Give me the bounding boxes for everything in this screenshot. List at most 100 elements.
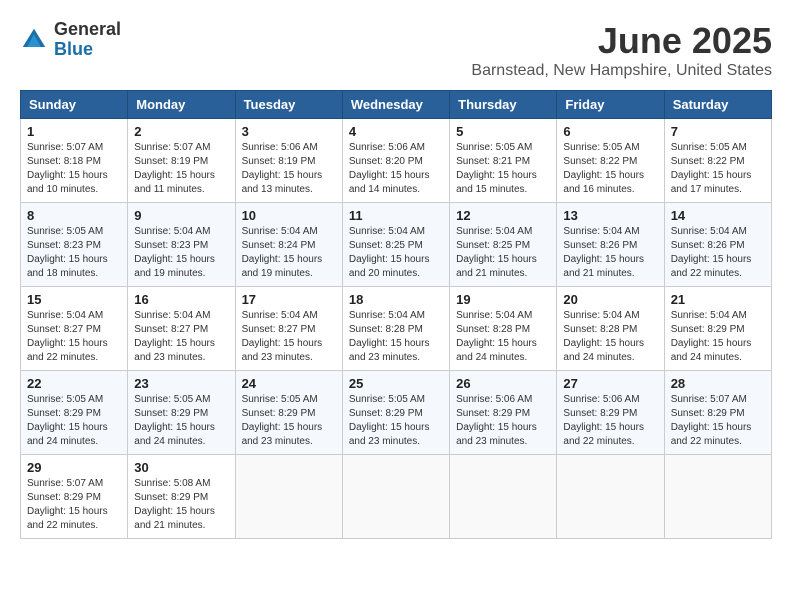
day-info: Sunrise: 5:06 AMSunset: 8:29 PMDaylight:… (456, 393, 550, 449)
day-info: Sunrise: 5:06 AMSunset: 8:20 PMDaylight:… (349, 141, 443, 197)
calendar-cell: 8 Sunrise: 5:05 AMSunset: 8:23 PMDaylight… (21, 203, 128, 287)
day-number: 8 (27, 208, 121, 223)
day-info: Sunrise: 5:07 AMSunset: 8:29 PMDaylight:… (671, 393, 765, 449)
header-thursday: Thursday (450, 91, 557, 119)
day-number: 24 (242, 376, 336, 391)
day-number: 18 (349, 292, 443, 307)
day-info: Sunrise: 5:04 AMSunset: 8:24 PMDaylight:… (242, 225, 336, 281)
header-saturday: Saturday (664, 91, 771, 119)
day-number: 30 (134, 460, 228, 475)
calendar-cell: 13 Sunrise: 5:04 AMSunset: 8:26 PMDayligh… (557, 203, 664, 287)
day-number: 25 (349, 376, 443, 391)
day-info: Sunrise: 5:04 AMSunset: 8:27 PMDaylight:… (242, 309, 336, 365)
day-info: Sunrise: 5:05 AMSunset: 8:29 PMDaylight:… (134, 393, 228, 449)
calendar-cell: 21 Sunrise: 5:04 AMSunset: 8:29 PMDayligh… (664, 287, 771, 371)
day-info: Sunrise: 5:04 AMSunset: 8:29 PMDaylight:… (671, 309, 765, 365)
day-info: Sunrise: 5:05 AMSunset: 8:21 PMDaylight:… (456, 141, 550, 197)
calendar-week-row: 15 Sunrise: 5:04 AMSunset: 8:27 PMDayligh… (21, 287, 772, 371)
calendar-week-row: 22Sunrise: 5:05 AMSunset: 8:29 PMDayligh… (21, 371, 772, 455)
day-number: 5 (456, 124, 550, 139)
calendar-cell: 9 Sunrise: 5:04 AMSunset: 8:23 PMDaylight… (128, 203, 235, 287)
day-number: 4 (349, 124, 443, 139)
calendar-cell: 28 Sunrise: 5:07 AMSunset: 8:29 PMDayligh… (664, 371, 771, 455)
header-tuesday: Tuesday (235, 91, 342, 119)
day-info: Sunrise: 5:05 AMSunset: 8:23 PMDaylight:… (27, 225, 121, 281)
day-info: Sunrise: 5:07 AMSunset: 8:19 PMDaylight:… (134, 141, 228, 197)
calendar-cell: 2 Sunrise: 5:07 AMSunset: 8:19 PMDaylight… (128, 119, 235, 203)
day-number: 1 (27, 124, 121, 139)
day-number: 6 (563, 124, 657, 139)
day-number: 2 (134, 124, 228, 139)
day-info: Sunrise: 5:05 AMSunset: 8:29 PMDaylight:… (349, 393, 443, 449)
calendar-cell: 7 Sunrise: 5:05 AMSunset: 8:22 PMDaylight… (664, 119, 771, 203)
calendar-cell: 12 Sunrise: 5:04 AMSunset: 8:25 PMDayligh… (450, 203, 557, 287)
calendar-cell: 23Sunrise: 5:05 AMSunset: 8:29 PMDayligh… (128, 371, 235, 455)
calendar-cell: 17 Sunrise: 5:04 AMSunset: 8:27 PMDayligh… (235, 287, 342, 371)
calendar-table: SundayMondayTuesdayWednesdayThursdayFrid… (20, 90, 772, 539)
day-number: 12 (456, 208, 550, 223)
day-info: Sunrise: 5:04 AMSunset: 8:26 PMDaylight:… (671, 225, 765, 281)
calendar-cell: 16Sunrise: 5:04 AMSunset: 8:27 PMDayligh… (128, 287, 235, 371)
day-info: Sunrise: 5:04 AMSunset: 8:28 PMDaylight:… (563, 309, 657, 365)
header-wednesday: Wednesday (342, 91, 449, 119)
day-number: 14 (671, 208, 765, 223)
calendar-cell: 6 Sunrise: 5:05 AMSunset: 8:22 PMDaylight… (557, 119, 664, 203)
logo: General Blue (20, 20, 121, 60)
day-info: Sunrise: 5:04 AMSunset: 8:28 PMDaylight:… (349, 309, 443, 365)
calendar-cell (342, 455, 449, 539)
day-number: 21 (671, 292, 765, 307)
calendar-cell: 29 Sunrise: 5:07 AMSunset: 8:29 PMDayligh… (21, 455, 128, 539)
calendar-cell (450, 455, 557, 539)
calendar-cell: 19 Sunrise: 5:04 AMSunset: 8:28 PMDayligh… (450, 287, 557, 371)
day-info: Sunrise: 5:07 AMSunset: 8:29 PMDaylight:… (27, 477, 121, 533)
day-info: Sunrise: 5:05 AMSunset: 8:29 PMDaylight:… (242, 393, 336, 449)
day-number: 17 (242, 292, 336, 307)
calendar-week-row: 29 Sunrise: 5:07 AMSunset: 8:29 PMDayligh… (21, 455, 772, 539)
day-info: Sunrise: 5:05 AMSunset: 8:22 PMDaylight:… (563, 141, 657, 197)
calendar-cell: 24 Sunrise: 5:05 AMSunset: 8:29 PMDayligh… (235, 371, 342, 455)
day-info: Sunrise: 5:04 AMSunset: 8:27 PMDaylight:… (27, 309, 121, 365)
page-header: General Blue June 2025 Barnstead, New Ha… (20, 20, 772, 80)
calendar-cell: 20Sunrise: 5:04 AMSunset: 8:28 PMDayligh… (557, 287, 664, 371)
calendar-cell: 18 Sunrise: 5:04 AMSunset: 8:28 PMDayligh… (342, 287, 449, 371)
day-number: 11 (349, 208, 443, 223)
day-info: Sunrise: 5:04 AMSunset: 8:25 PMDaylight:… (456, 225, 550, 281)
day-info: Sunrise: 5:05 AMSunset: 8:22 PMDaylight:… (671, 141, 765, 197)
calendar-cell: 30 Sunrise: 5:08 AMSunset: 8:29 PMDayligh… (128, 455, 235, 539)
calendar-cell: 3Sunrise: 5:06 AMSunset: 8:19 PMDaylight… (235, 119, 342, 203)
day-number: 15 (27, 292, 121, 307)
day-info: Sunrise: 5:07 AMSunset: 8:18 PMDaylight:… (27, 141, 121, 197)
day-info: Sunrise: 5:06 AMSunset: 8:19 PMDaylight:… (242, 141, 336, 197)
day-number: 26 (456, 376, 550, 391)
calendar-cell: 10Sunrise: 5:04 AMSunset: 8:24 PMDayligh… (235, 203, 342, 287)
calendar-cell (664, 455, 771, 539)
day-info: Sunrise: 5:04 AMSunset: 8:27 PMDaylight:… (134, 309, 228, 365)
header-sunday: Sunday (21, 91, 128, 119)
logo-general: General (54, 20, 121, 40)
day-number: 7 (671, 124, 765, 139)
calendar-header-row: SundayMondayTuesdayWednesdayThursdayFrid… (21, 91, 772, 119)
calendar-week-row: 1 Sunrise: 5:07 AMSunset: 8:18 PMDaylight… (21, 119, 772, 203)
calendar-cell: 26 Sunrise: 5:06 AMSunset: 8:29 PMDayligh… (450, 371, 557, 455)
day-info: Sunrise: 5:04 AMSunset: 8:28 PMDaylight:… (456, 309, 550, 365)
calendar-cell: 11Sunrise: 5:04 AMSunset: 8:25 PMDayligh… (342, 203, 449, 287)
day-info: Sunrise: 5:08 AMSunset: 8:29 PMDaylight:… (134, 477, 228, 533)
header-monday: Monday (128, 91, 235, 119)
logo-text: General Blue (54, 20, 121, 60)
day-info: Sunrise: 5:04 AMSunset: 8:26 PMDaylight:… (563, 225, 657, 281)
calendar-week-row: 8 Sunrise: 5:05 AMSunset: 8:23 PMDaylight… (21, 203, 772, 287)
day-number: 9 (134, 208, 228, 223)
logo-blue: Blue (54, 40, 121, 60)
calendar-cell: 25 Sunrise: 5:05 AMSunset: 8:29 PMDayligh… (342, 371, 449, 455)
calendar-cell: 4 Sunrise: 5:06 AMSunset: 8:20 PMDaylight… (342, 119, 449, 203)
calendar-cell: 1 Sunrise: 5:07 AMSunset: 8:18 PMDaylight… (21, 119, 128, 203)
day-number: 29 (27, 460, 121, 475)
day-number: 28 (671, 376, 765, 391)
calendar-cell: 15 Sunrise: 5:04 AMSunset: 8:27 PMDayligh… (21, 287, 128, 371)
day-number: 19 (456, 292, 550, 307)
month-title: June 2025 (471, 20, 772, 62)
day-info: Sunrise: 5:04 AMSunset: 8:23 PMDaylight:… (134, 225, 228, 281)
logo-icon (20, 26, 48, 54)
day-number: 13 (563, 208, 657, 223)
calendar-cell: 27Sunrise: 5:06 AMSunset: 8:29 PMDayligh… (557, 371, 664, 455)
